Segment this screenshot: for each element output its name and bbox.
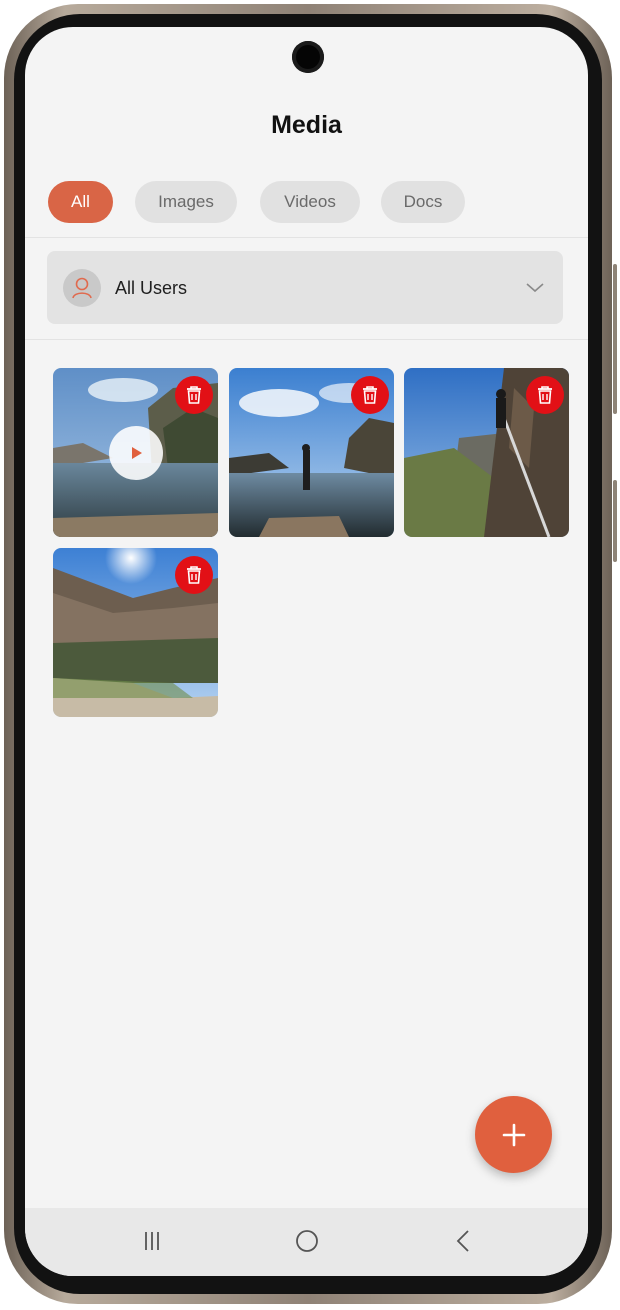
page-title: Media xyxy=(271,111,342,139)
tab-all[interactable]: All xyxy=(48,181,113,223)
chevron-down-icon xyxy=(526,283,544,293)
media-item-image[interactable] xyxy=(404,368,569,537)
delete-button[interactable] xyxy=(526,376,564,414)
system-nav-bar xyxy=(25,1208,588,1276)
user-filter-dropdown[interactable]: All Users xyxy=(47,251,563,324)
delete-button[interactable] xyxy=(351,376,389,414)
recents-icon[interactable] xyxy=(137,1226,167,1256)
plus-icon xyxy=(502,1123,525,1146)
user-filter-label: All Users xyxy=(115,278,188,298)
delete-button[interactable] xyxy=(175,376,213,414)
trash-icon xyxy=(363,386,377,404)
add-media-button[interactable] xyxy=(475,1096,552,1173)
person-icon xyxy=(63,269,101,307)
trash-icon xyxy=(187,566,201,584)
volume-button xyxy=(613,264,617,414)
trash-icon xyxy=(187,386,201,404)
screen: Media All Images Videos Docs All Users xyxy=(25,27,588,1276)
power-button xyxy=(613,480,617,562)
home-icon[interactable] xyxy=(292,1226,322,1256)
front-camera xyxy=(292,41,324,73)
trash-icon xyxy=(538,386,552,404)
divider xyxy=(25,237,588,238)
delete-button[interactable] xyxy=(175,556,213,594)
tab-videos[interactable]: Videos xyxy=(260,181,360,223)
divider xyxy=(25,339,588,340)
tab-docs[interactable]: Docs xyxy=(381,181,465,223)
filter-tabs: All Images Videos Docs xyxy=(25,181,588,223)
back-icon[interactable] xyxy=(449,1226,479,1256)
media-item-video[interactable] xyxy=(53,368,218,537)
play-icon[interactable] xyxy=(109,426,163,480)
media-item-image[interactable] xyxy=(53,548,218,717)
tab-images[interactable]: Images xyxy=(135,181,237,223)
media-item-image[interactable] xyxy=(229,368,394,537)
